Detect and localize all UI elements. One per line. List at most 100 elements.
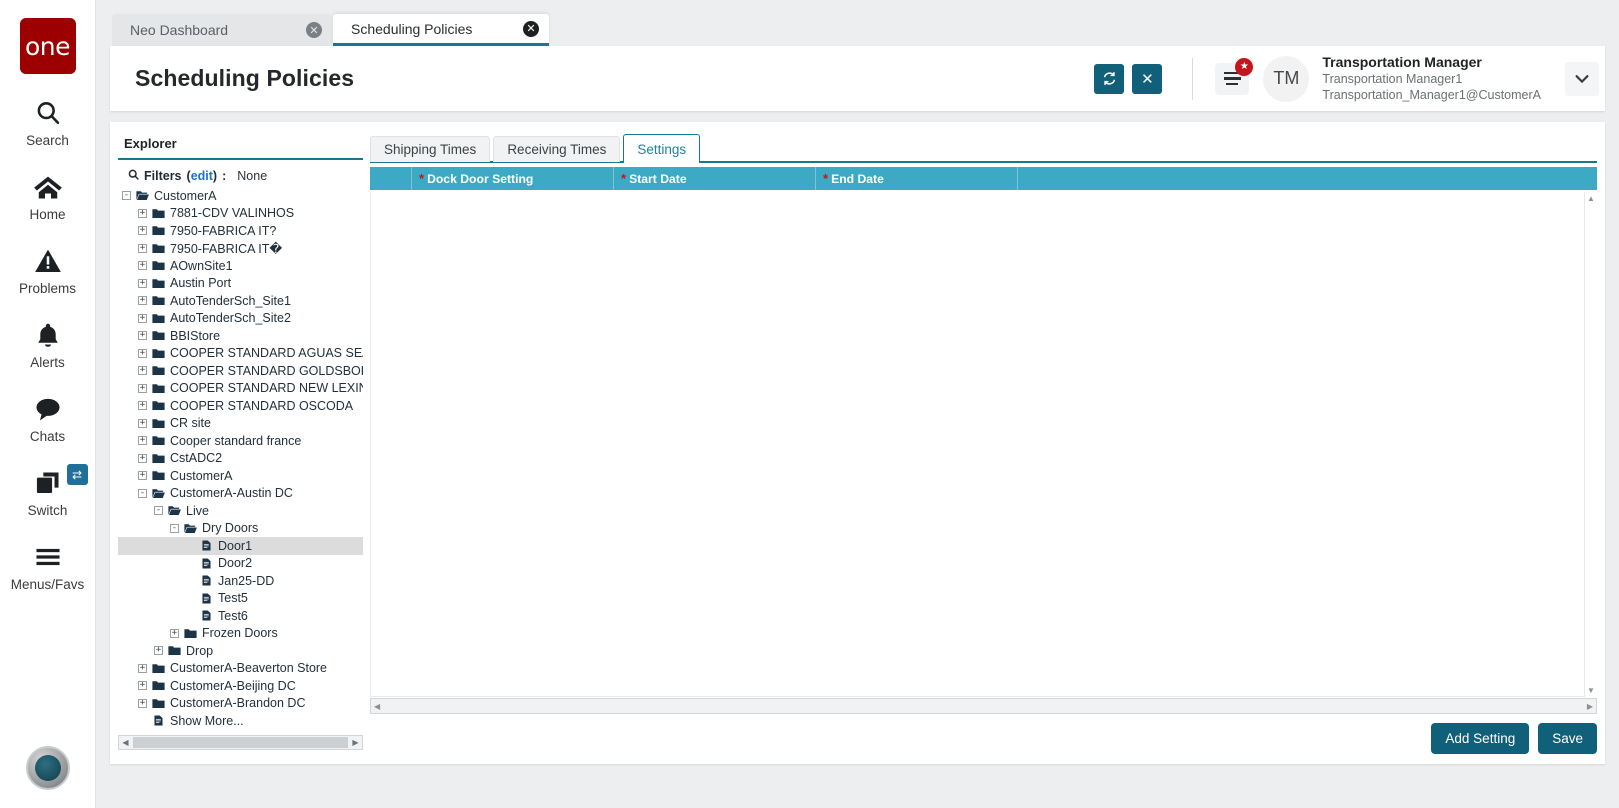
rail-item-menus-favs[interactable]: Menus/Favs — [0, 540, 96, 592]
expand-icon[interactable]: + — [138, 366, 147, 376]
expand-icon[interactable]: + — [138, 471, 147, 481]
rail-item-home[interactable]: Home — [0, 170, 96, 222]
expand-icon[interactable]: + — [138, 453, 147, 463]
expand-icon[interactable]: + — [138, 418, 147, 428]
grid-column-start-date[interactable]: * Start Date — [614, 167, 816, 190]
tree-node[interactable]: + BBIStore — [118, 327, 363, 345]
scroll-right-arrow-icon[interactable]: ▶ — [349, 738, 362, 747]
filters-edit-link[interactable]: (edit) — [187, 169, 218, 183]
browser-tab-scheduling-policies[interactable]: Scheduling Policies ✕ — [333, 14, 549, 46]
tree-node[interactable]: + AutoTenderSch_Site2 — [118, 310, 363, 328]
notifications-menu-button[interactable]: ★ — [1215, 57, 1254, 95]
tree-node[interactable]: Test6 — [118, 607, 363, 625]
expand-icon[interactable]: + — [138, 383, 147, 393]
tree-node[interactable]: + AutoTenderSch_Site1 — [118, 292, 363, 310]
tree-node[interactable]: + COOPER STANDARD AGUAS SEALING (: — [118, 345, 363, 363]
scroll-up-arrow-icon[interactable]: ▲ — [1587, 194, 1595, 203]
expand-icon[interactable]: + — [138, 243, 147, 253]
tree-node[interactable]: Door2 — [118, 555, 363, 573]
tree-node[interactable]: - Live — [118, 502, 363, 520]
tree-node[interactable]: + CustomerA — [118, 467, 363, 485]
expand-icon[interactable]: + — [138, 208, 147, 218]
tree-node[interactable]: - Dry Doors — [118, 520, 363, 538]
browser-tab-neo-dashboard[interactable]: Neo Dashboard ✕ — [112, 14, 332, 46]
expand-icon[interactable]: + — [138, 436, 147, 446]
grid-horizontal-scrollbar[interactable]: ◀ ▶ — [370, 698, 1597, 714]
tree-node[interactable]: + Cooper standard france — [118, 432, 363, 450]
collapse-icon[interactable]: - — [138, 488, 147, 498]
tree-node[interactable]: Jan25-DD — [118, 572, 363, 590]
close-page-button[interactable]: ✕ — [1132, 63, 1163, 94]
scroll-right-arrow-icon[interactable]: ▶ — [1587, 702, 1593, 711]
rail-user-avatar[interactable] — [26, 746, 70, 790]
collapse-icon[interactable]: - — [154, 506, 163, 516]
expand-icon[interactable]: + — [138, 331, 147, 341]
expand-icon[interactable]: + — [138, 348, 147, 358]
expand-icon[interactable]: + — [138, 226, 147, 236]
expand-icon[interactable]: + — [138, 278, 147, 288]
tree-node[interactable]: + CustomerA-Beaverton Store — [118, 660, 363, 678]
tree-node[interactable]: +7950-FABRICA IT? — [118, 222, 363, 240]
rail-item-search[interactable]: Search — [0, 96, 96, 148]
tree-node[interactable]: - CustomerA — [118, 187, 363, 205]
tree-node[interactable]: + COOPER STANDARD OSCODA — [118, 397, 363, 415]
avatar[interactable]: TM — [1263, 55, 1310, 102]
grid-column-selector[interactable] — [370, 167, 412, 190]
add-setting-button[interactable]: Add Setting — [1431, 723, 1530, 754]
expand-icon[interactable]: + — [138, 296, 147, 306]
switch-badge-icon[interactable]: ⇄ — [66, 464, 88, 485]
grid-body[interactable] — [370, 192, 1597, 697]
expand-icon[interactable]: + — [138, 261, 147, 271]
explorer-horizontal-scrollbar[interactable]: ◀ ▶ — [118, 735, 363, 750]
chevron-down-icon[interactable] — [1565, 61, 1599, 96]
expand-icon[interactable]: + — [170, 628, 179, 638]
refresh-button[interactable] — [1094, 63, 1125, 94]
brand-logo[interactable]: one — [19, 18, 76, 74]
expand-icon[interactable]: + — [154, 646, 163, 656]
tree-node[interactable]: + Drop — [118, 642, 363, 660]
rail-item-chats[interactable]: Chats — [0, 392, 96, 444]
tree-node-label: Door1 — [218, 538, 253, 553]
tree-node[interactable]: Door1 — [118, 537, 363, 555]
scroll-down-arrow-icon[interactable]: ▼ — [1587, 686, 1595, 695]
tree-node[interactable]: + Austin Port — [118, 275, 363, 293]
rail-item-alerts[interactable]: Alerts — [0, 318, 96, 370]
expand-icon[interactable]: + — [138, 313, 147, 323]
tree-node[interactable]: Show More... — [118, 712, 363, 730]
tree-node[interactable]: - CustomerA-Austin DC — [118, 485, 363, 503]
collapse-icon[interactable]: - — [170, 523, 179, 533]
tree-node[interactable]: Test5 — [118, 590, 363, 608]
expand-icon[interactable]: + — [138, 663, 147, 673]
save-button[interactable]: Save — [1538, 723, 1597, 754]
expand-icon[interactable]: + — [138, 698, 147, 708]
tree-node[interactable]: + Frozen Doors — [118, 625, 363, 643]
bell-icon — [35, 318, 61, 352]
scroll-left-arrow-icon[interactable]: ◀ — [374, 702, 380, 711]
grid-column-end-date[interactable]: * End Date — [816, 167, 1018, 190]
tree-node[interactable]: + COOPER STANDARD GOLDSBORO — [118, 362, 363, 380]
scrollbar-thumb[interactable] — [133, 737, 348, 748]
tree-node[interactable]: +7881-CDV VALINHOS — [118, 205, 363, 223]
tab-shipping-times[interactable]: Shipping Times — [370, 136, 491, 162]
close-icon[interactable]: ✕ — [523, 20, 539, 37]
expand-icon[interactable]: + — [138, 681, 147, 691]
grid-column-dock-door-setting[interactable]: * Dock Door Setting — [412, 167, 614, 190]
tree-node[interactable]: + COOPER STANDARD NEW LEXINGTON — [118, 380, 363, 398]
expand-icon[interactable]: + — [138, 401, 147, 411]
grid-vertical-scrollbar[interactable]: ▲ ▼ — [1584, 192, 1597, 697]
rail-item-switch[interactable]: ⇄ Switch — [0, 464, 96, 518]
scroll-left-arrow-icon[interactable]: ◀ — [119, 738, 132, 747]
edit-link-text: edit — [190, 169, 213, 183]
tab-settings[interactable]: Settings — [623, 134, 701, 163]
tree-node[interactable]: + CustomerA-Brandon DC — [118, 695, 363, 713]
rail-item-problems[interactable]: Problems — [0, 244, 96, 296]
tree-node[interactable]: + CR site — [118, 415, 363, 433]
close-icon[interactable]: ✕ — [306, 22, 322, 38]
tree-node[interactable]: + CustomerA-Beijing DC — [118, 677, 363, 695]
tree-node[interactable]: + CstADC2 — [118, 450, 363, 468]
explorer-tree[interactable]: - CustomerA +7881-CDV VALINHOS +7950-FABRIC… — [118, 187, 363, 731]
tree-node[interactable]: + AOwnSite1 — [118, 257, 363, 275]
tree-node[interactable]: +7950-FABRICA IT� — [118, 240, 363, 258]
tab-receiving-times[interactable]: Receiving Times — [493, 136, 621, 162]
collapse-icon[interactable]: - — [122, 191, 131, 201]
